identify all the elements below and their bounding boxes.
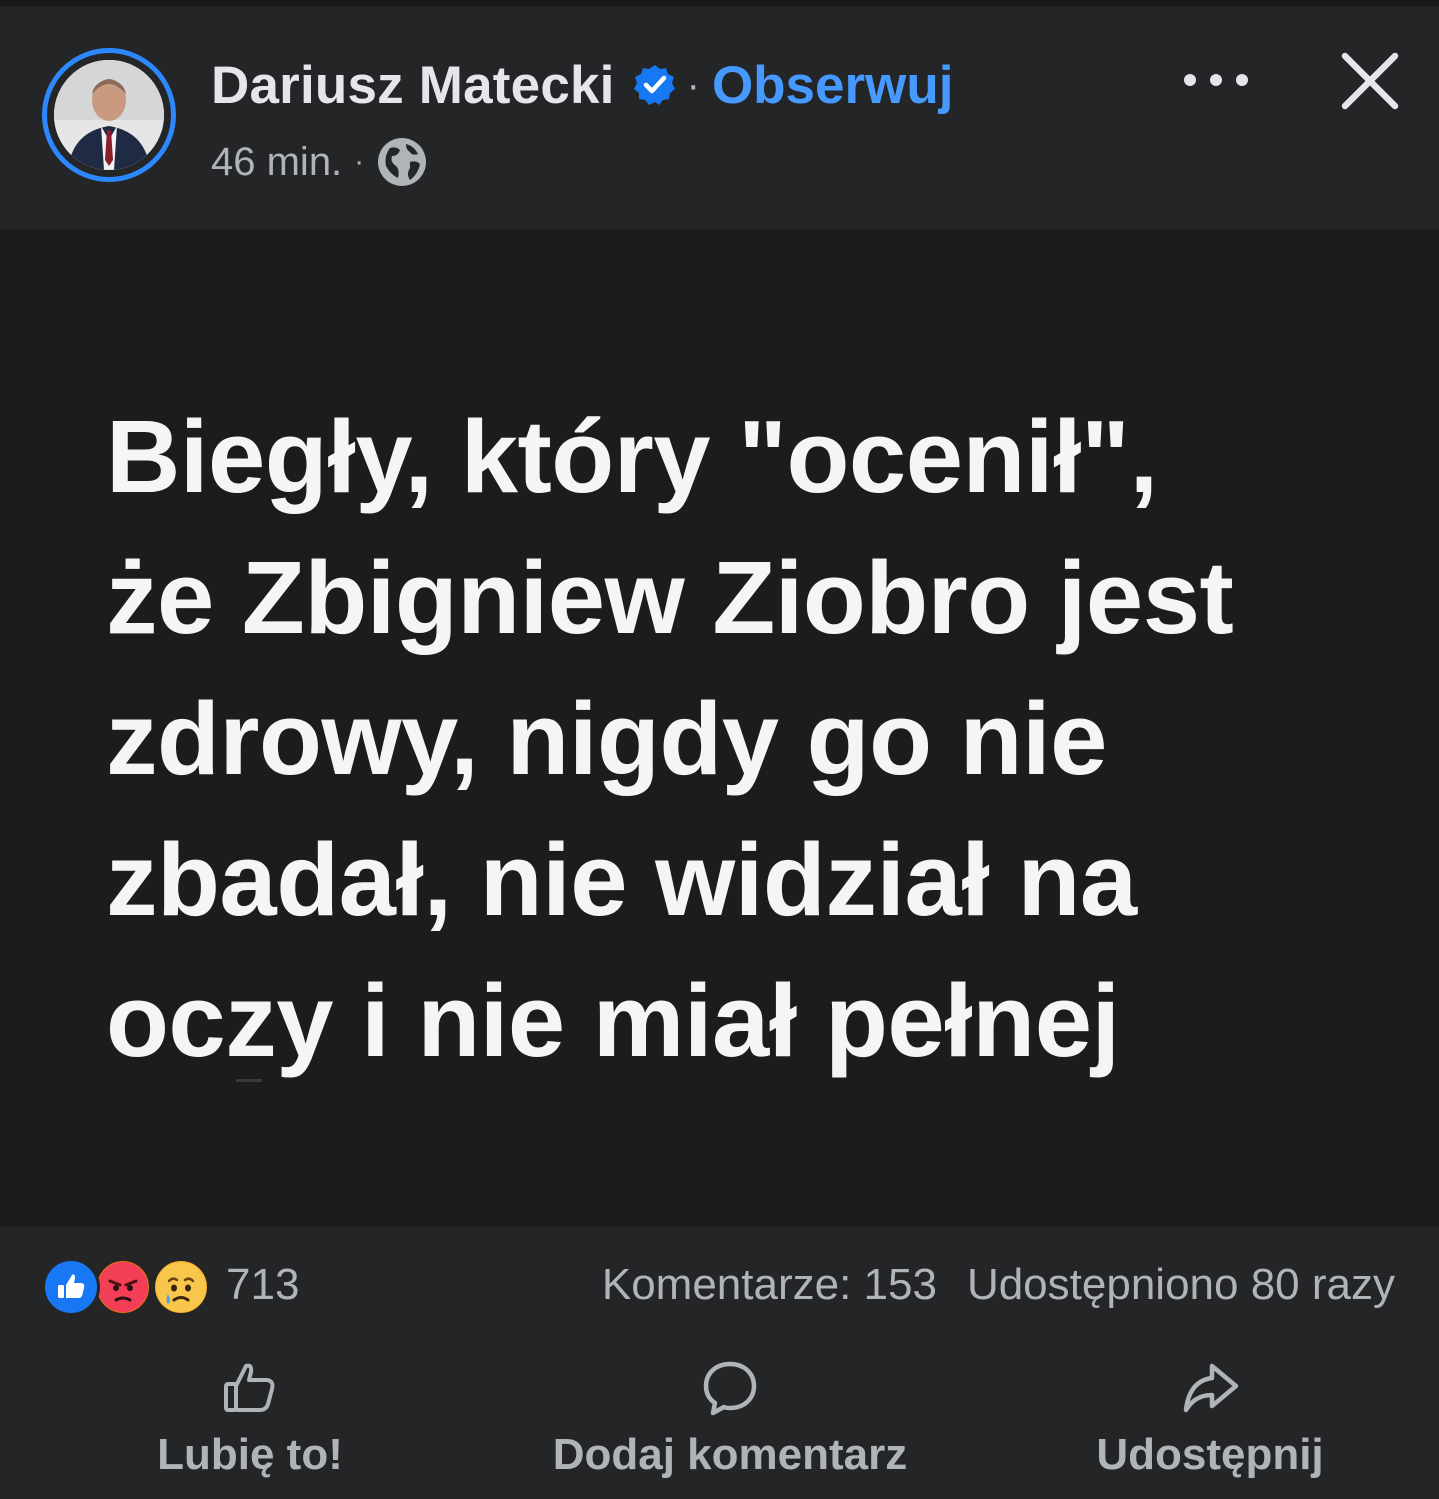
comments-count[interactable]: Komentarze: 153 xyxy=(602,1260,937,1309)
post-text-line: oczy i nie miał pełnej xyxy=(106,963,1120,1078)
follow-button[interactable]: Obserwuj xyxy=(712,55,954,116)
avatar[interactable] xyxy=(54,60,164,170)
close-icon[interactable] xyxy=(1335,46,1405,116)
sad-reaction-icon xyxy=(152,1258,210,1316)
globe-icon xyxy=(376,136,428,188)
like-button[interactable]: Lubię to! xyxy=(130,1358,370,1488)
post-text-line: Biegły, który "ocenił", xyxy=(106,399,1158,514)
like-reaction-icon xyxy=(42,1258,100,1316)
engagement-counts: Komentarze: 153 Udostępniono 80 razy xyxy=(602,1260,1395,1310)
post-text-line: że Zbigniew Ziobro jest xyxy=(106,540,1234,655)
thumbs-up-icon xyxy=(224,1363,275,1412)
angry-reaction-icon xyxy=(94,1258,152,1316)
share-arrow-icon xyxy=(1183,1363,1239,1413)
author-name[interactable]: Dariusz Matecki xyxy=(211,55,615,116)
share-label: Udostępnij xyxy=(1096,1430,1324,1479)
separator-dot: · xyxy=(354,145,365,178)
separator-dot: · xyxy=(686,62,700,107)
post-text-line: zbadał, nie widział na xyxy=(106,822,1137,937)
like-label: Lubię to! xyxy=(157,1430,343,1479)
shares-count[interactable]: Udostępniono 80 razy xyxy=(967,1260,1395,1309)
comment-label: Dodaj komentarz xyxy=(552,1430,908,1479)
author-line: Dariusz Matecki · Obserwuj xyxy=(211,50,953,120)
share-button[interactable]: Udostępnij xyxy=(1075,1358,1345,1488)
cut-off-text-mark xyxy=(236,1079,262,1082)
post-time[interactable]: 46 min. xyxy=(211,140,342,185)
action-bar: Lubię to! Dodaj komentarz Udostępnij xyxy=(0,1340,1439,1499)
avatar-photo xyxy=(54,60,164,170)
reactions-bar: 713 Komentarze: 153 Udostępniono 80 razy xyxy=(0,1228,1439,1338)
post-text-line: zdrowy, nigdy go nie xyxy=(106,681,1107,796)
post-header: Dariusz Matecki · Obserwuj 46 min. · xyxy=(0,6,1439,228)
post-meta: 46 min. · xyxy=(211,134,428,190)
comment-button[interactable]: Dodaj komentarz xyxy=(520,1358,940,1488)
post-viewer: Dariusz Matecki · Obserwuj 46 min. · Bie… xyxy=(0,0,1439,1499)
reaction-icons[interactable] xyxy=(42,1258,222,1318)
comment-bubble-icon xyxy=(703,1361,757,1416)
verified-badge-icon xyxy=(633,63,677,107)
reaction-count[interactable]: 713 xyxy=(226,1260,299,1310)
post-image-text: Biegły, który "ocenił", że Zbigniew Ziob… xyxy=(106,386,1396,1091)
more-options-icon[interactable] xyxy=(1172,58,1260,102)
